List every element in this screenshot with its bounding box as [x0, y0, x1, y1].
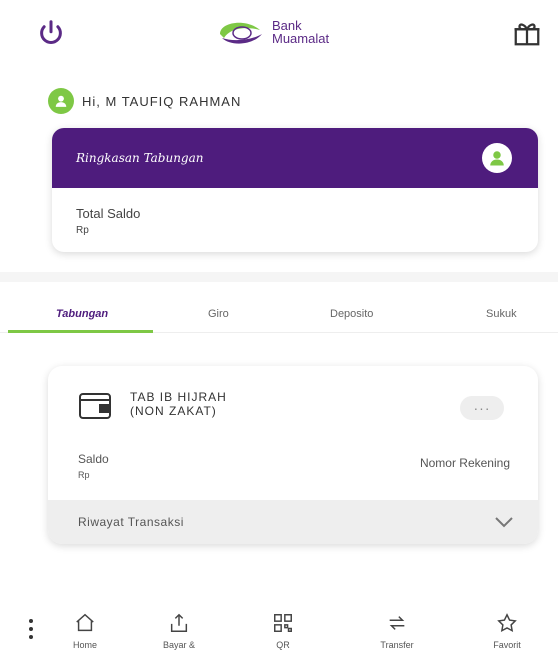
- home-icon: [76, 613, 94, 632]
- logo-text: Bank Muamalat: [272, 19, 329, 45]
- greeting-text: Hi, M TAUFIQ RAHMAN: [82, 93, 242, 109]
- nav-home-label: Home: [72, 640, 97, 650]
- bank-logo: Bank Muamalat: [216, 16, 329, 48]
- total-balance-value: Rp: [76, 225, 89, 236]
- bottom-navigation: Home Bayar & QR Transfer Favorit: [0, 602, 558, 653]
- section-divider: [0, 272, 558, 282]
- nav-qr[interactable]: QR: [247, 612, 319, 650]
- nav-qr-label: QR: [276, 640, 290, 650]
- tab-sukuk[interactable]: Sukuk: [486, 308, 517, 320]
- chevron-down-icon: [495, 517, 513, 528]
- nav-transfer[interactable]: Transfer: [361, 612, 433, 650]
- pay-icon: [170, 613, 188, 632]
- profile-avatar[interactable]: [482, 143, 512, 173]
- transaction-history-toggle[interactable]: Riwayat Transaksi: [48, 500, 538, 544]
- nav-home[interactable]: Home: [49, 612, 121, 650]
- person-icon: [490, 151, 504, 166]
- nav-favorit[interactable]: Favorit: [471, 612, 543, 650]
- wallet-icon: [79, 393, 111, 419]
- tab-tabungan[interactable]: Tabungan: [56, 308, 108, 320]
- more-options-button[interactable]: ···: [460, 396, 504, 420]
- power-icon[interactable]: [36, 18, 66, 48]
- account-name-line-2: (NON ZAKAT): [130, 404, 217, 418]
- summary-header: Ringkasan Tabungan: [52, 128, 538, 188]
- user-icon: [55, 95, 67, 107]
- tab-giro[interactable]: Giro: [208, 308, 229, 320]
- vertical-dots-icon[interactable]: [28, 618, 34, 640]
- balance-label: Saldo: [78, 452, 109, 466]
- logo-line-2: Muamalat: [272, 31, 330, 46]
- nav-favorit-label: Favorit: [493, 640, 521, 650]
- greeting: Hi, M TAUFIQ RAHMAN: [48, 88, 241, 114]
- account-type-tabs: Tabungan Giro Deposito Sukuk: [0, 290, 558, 334]
- gift-icon[interactable]: [512, 18, 542, 48]
- account-name-line-1: TAB IB HIJRAH: [130, 390, 227, 404]
- logo-mark-icon: [220, 22, 262, 44]
- nav-pay-label: Bayar &: [162, 640, 195, 650]
- account-number-label: Nomor Rekening: [419, 456, 510, 470]
- star-icon: [497, 613, 517, 632]
- tab-deposito[interactable]: Deposito: [330, 308, 373, 320]
- summary-body: Total Saldo Rp: [52, 188, 538, 252]
- active-tab-indicator: [8, 330, 153, 333]
- account-name: TAB IB HIJRAH (NON ZAKAT): [130, 390, 227, 418]
- account-card[interactable]: TAB IB HIJRAH (NON ZAKAT) ··· Saldo Rp N…: [48, 366, 538, 544]
- summary-title: Ringkasan Tabungan: [76, 151, 204, 165]
- app-header: Bank Muamalat: [0, 0, 558, 68]
- user-avatar[interactable]: [48, 88, 74, 114]
- balance-value: Rp: [78, 470, 90, 480]
- qr-icon: [274, 614, 292, 632]
- transaction-history-label: Riwayat Transaksi: [78, 515, 184, 529]
- savings-summary-card: Ringkasan Tabungan Total Saldo Rp: [52, 128, 538, 252]
- nav-pay[interactable]: Bayar &: [143, 612, 215, 650]
- transfer-icon: [389, 616, 405, 630]
- total-balance-label: Total Saldo: [76, 206, 141, 221]
- nav-transfer-label: Transfer: [380, 640, 414, 650]
